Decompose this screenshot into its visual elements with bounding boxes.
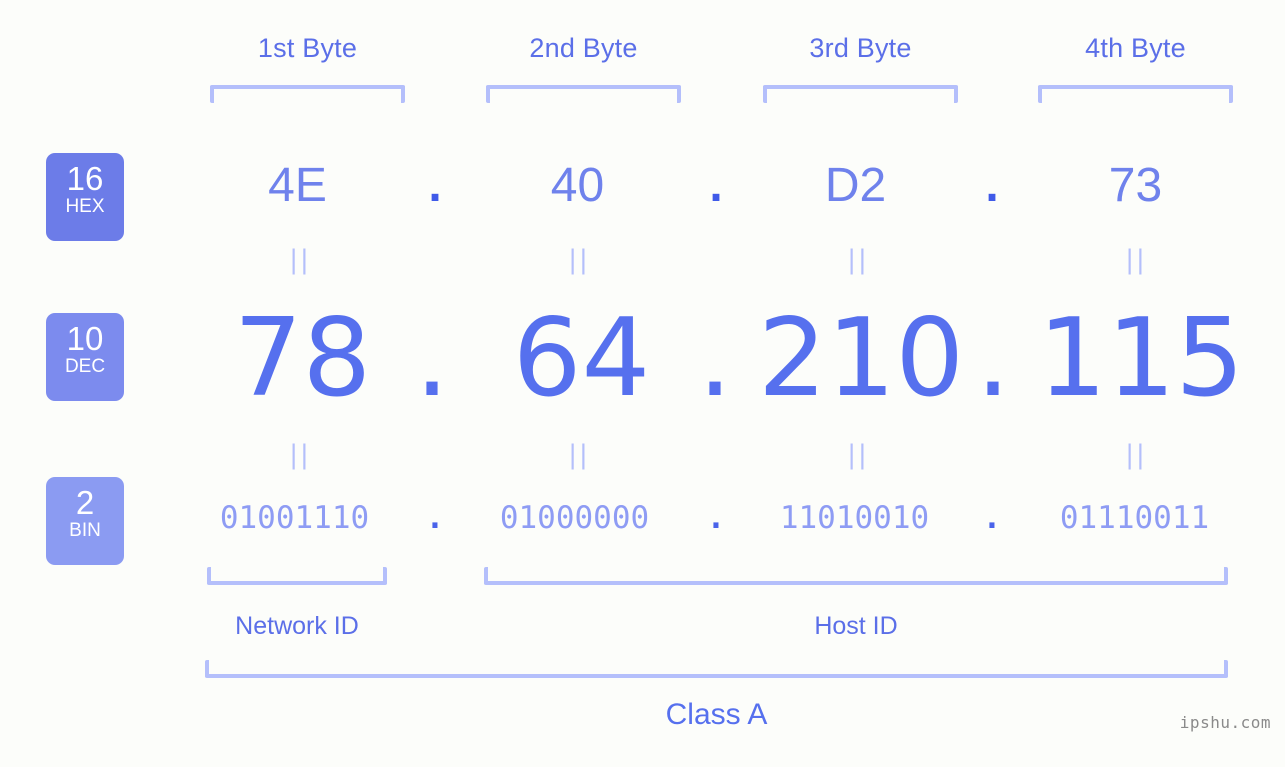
- host-id-bracket: [484, 567, 1228, 585]
- byte-header-4: 4th Byte: [1038, 33, 1233, 64]
- base-badge-hex-name: HEX: [65, 196, 105, 217]
- base-badge-bin-number: 2: [75, 484, 95, 521]
- dec-byte-1: 78: [233, 296, 372, 421]
- byte-bracket-1: [210, 85, 405, 103]
- base-badge-dec-name: DEC: [64, 356, 106, 377]
- ip-class-label: Class A: [665, 698, 768, 731]
- host-id-label: Host ID: [814, 612, 898, 640]
- bin-separator-1: .: [425, 500, 445, 536]
- equals-mark-hex-dec-1: ||: [289, 245, 311, 275]
- byte-header-1: 1st Byte: [210, 33, 405, 64]
- equals-mark-dec-bin-4: ||: [1125, 440, 1147, 470]
- base-badge-bin-name: BIN: [69, 520, 101, 541]
- base-badge-bin: 2 BIN: [46, 477, 124, 565]
- dec-byte-4: 115: [1038, 296, 1245, 421]
- ip-class-bracket: [205, 660, 1228, 678]
- ip-breakdown-diagram: 1st Byte 2nd Byte 3rd Byte 4th Byte 16 H…: [0, 0, 1285, 767]
- dec-separator-3: .: [975, 296, 1011, 421]
- base-badge-hex: 16 HEX: [46, 153, 124, 241]
- byte-header-3-label: 3rd Byte: [809, 33, 912, 63]
- byte-header-3: 3rd Byte: [763, 33, 958, 64]
- hex-byte-4: 73: [1108, 159, 1163, 212]
- base-badge-dec-number: 10: [66, 320, 104, 357]
- bin-byte-2: 01000000: [499, 500, 650, 536]
- byte-bracket-4: [1038, 85, 1233, 103]
- dec-separator-1: .: [414, 296, 450, 421]
- bin-separator-3: .: [982, 500, 1002, 536]
- site-watermark: ipshu.com: [1179, 713, 1271, 732]
- byte-bracket-2: [486, 85, 681, 103]
- byte-header-4-label: 4th Byte: [1085, 33, 1186, 63]
- bin-byte-3: 11010010: [779, 500, 930, 536]
- dec-byte-3: 210: [758, 296, 965, 421]
- dec-separator-2: .: [697, 296, 733, 421]
- bin-byte-4: 01110011: [1059, 500, 1210, 536]
- dec-byte-2: 64: [512, 296, 651, 421]
- hex-separator-2: .: [709, 159, 723, 212]
- base-badge-hex-number: 16: [66, 160, 104, 197]
- network-id-bracket: [207, 567, 387, 585]
- hex-separator-3: .: [985, 159, 999, 212]
- equals-mark-dec-bin-1: ||: [289, 440, 311, 470]
- equals-mark-hex-dec-3: ||: [847, 245, 869, 275]
- bin-separator-2: .: [706, 500, 726, 536]
- network-id-label: Network ID: [235, 612, 359, 640]
- byte-bracket-3: [763, 85, 958, 103]
- hex-byte-1: 4E: [268, 159, 327, 212]
- equals-mark-hex-dec-4: ||: [1125, 245, 1147, 275]
- byte-header-2-label: 2nd Byte: [529, 33, 638, 63]
- byte-header-2: 2nd Byte: [486, 33, 681, 64]
- bin-byte-1: 01001110: [219, 500, 370, 536]
- hex-byte-3: D2: [824, 159, 887, 212]
- hex-separator-1: .: [428, 159, 442, 212]
- equals-mark-dec-bin-2: ||: [568, 440, 590, 470]
- byte-header-1-label: 1st Byte: [257, 33, 358, 63]
- hex-byte-2: 40: [550, 159, 605, 212]
- equals-mark-dec-bin-3: ||: [847, 440, 869, 470]
- base-badge-dec: 10 DEC: [46, 313, 124, 401]
- equals-mark-hex-dec-2: ||: [568, 245, 590, 275]
